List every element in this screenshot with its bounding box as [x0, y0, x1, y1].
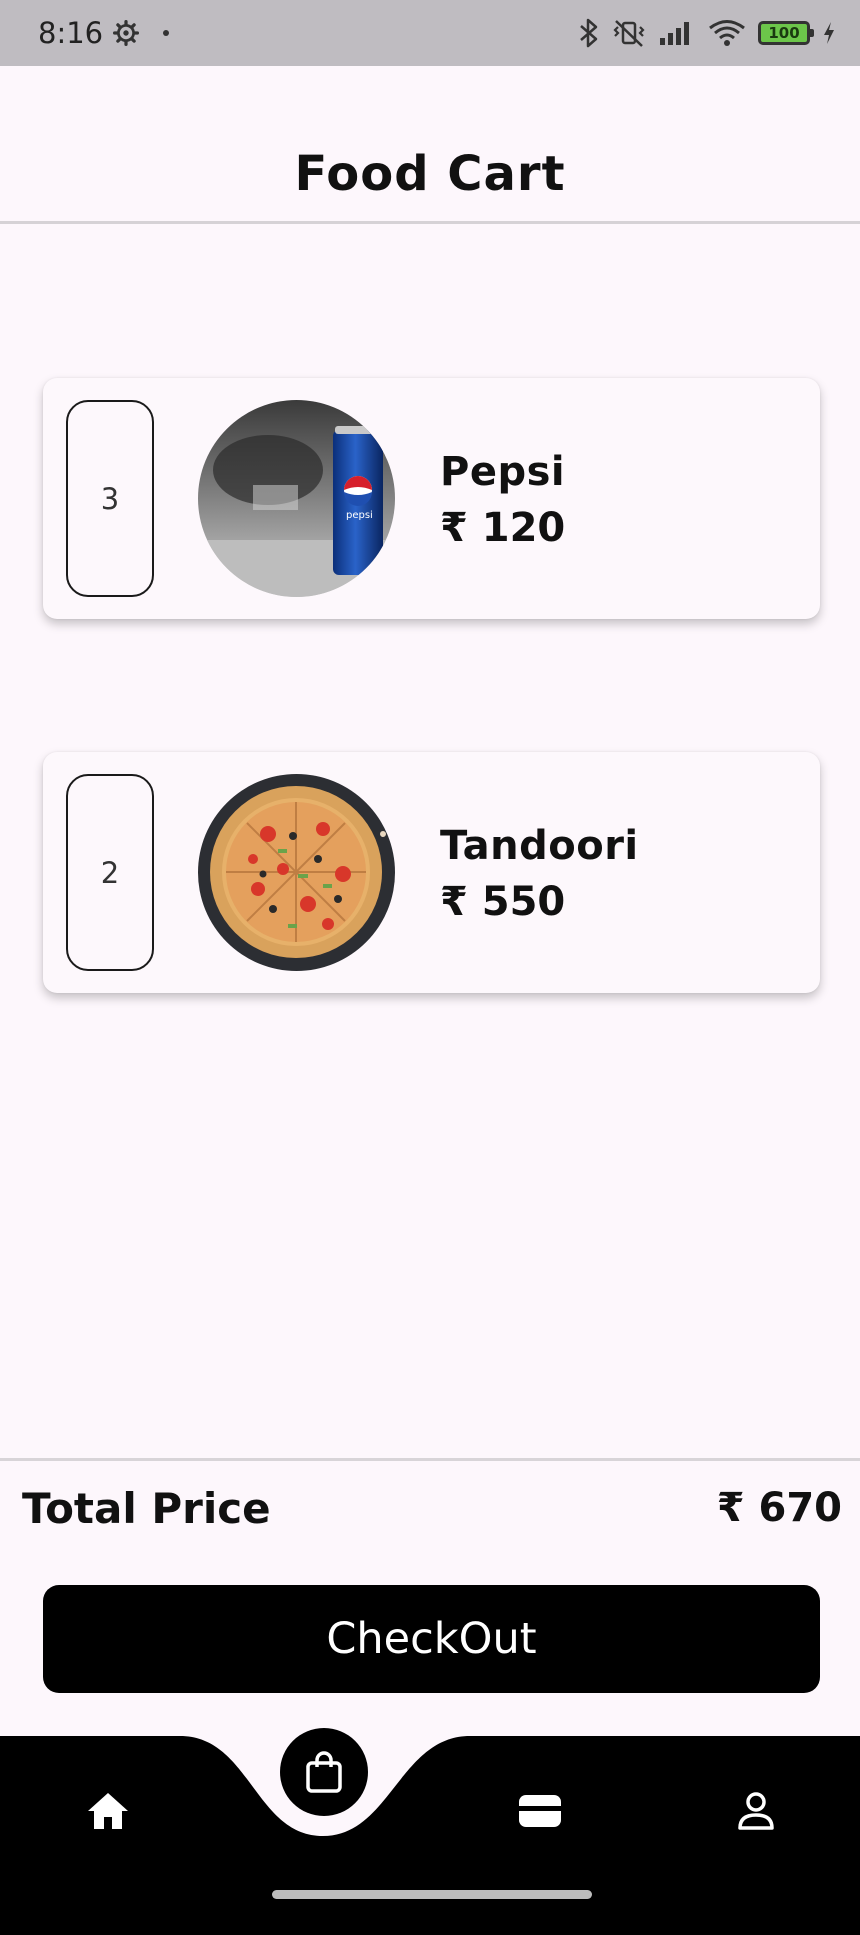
food-info: Tandoori ₹ 550	[440, 818, 639, 930]
home-icon	[88, 1793, 128, 1829]
total-row: Total Price ₹ 670	[22, 1475, 842, 1541]
status-time: 8:16	[38, 16, 104, 50]
wallet-icon	[519, 1795, 561, 1827]
pepsi-image: pepsi	[198, 400, 395, 597]
checkout-button[interactable]: CheckOut	[43, 1585, 820, 1693]
pizza-image	[198, 774, 395, 971]
nav-wallet[interactable]	[500, 1771, 580, 1851]
food-info: Pepsi ₹ 120	[440, 444, 565, 556]
status-bar: 8:16 100	[0, 0, 860, 66]
quantity-value: 2	[100, 855, 120, 890]
nav-profile[interactable]	[716, 1771, 796, 1851]
total-divider	[0, 1458, 860, 1461]
food-price: ₹ 120	[440, 505, 566, 551]
vibrate-off-icon	[613, 20, 645, 47]
status-left: 8:16	[38, 16, 170, 50]
total-label: Total Price	[22, 1483, 271, 1533]
svg-text:pepsi: pepsi	[346, 510, 373, 521]
cart-item-card[interactable]: 3 pepsi Pepsi ₹ 120	[43, 378, 820, 619]
wifi-icon	[709, 20, 745, 46]
quantity-box[interactable]: 2	[66, 774, 154, 971]
food-name: Pepsi	[440, 449, 566, 495]
quantity-box[interactable]: 3	[66, 400, 154, 597]
home-indicator[interactable]	[272, 1890, 592, 1899]
nav-home[interactable]	[68, 1771, 148, 1851]
status-right: 100	[578, 18, 836, 48]
charging-icon	[824, 22, 834, 44]
app-bar: Food Cart	[0, 126, 860, 224]
bottom-nav	[0, 1728, 860, 1935]
shopping-bag-icon	[306, 1751, 342, 1793]
cart-item-card[interactable]: 2 Tandoori ₹ 550	[43, 752, 820, 993]
page-title: Food Cart	[294, 145, 566, 202]
checkout-label: CheckOut	[326, 1614, 537, 1664]
food-price: ₹ 550	[440, 879, 566, 925]
notification-dot-icon	[163, 30, 170, 36]
signal-icon	[660, 22, 689, 45]
total-value: ₹ 670	[716, 1485, 842, 1531]
quantity-value: 3	[100, 481, 120, 516]
battery-level: 100	[768, 24, 800, 42]
nav-cart[interactable]	[280, 1728, 368, 1816]
food-name: Tandoori	[440, 823, 639, 869]
settings-gear-icon	[113, 20, 140, 46]
profile-icon	[738, 1792, 774, 1830]
bluetooth-icon	[580, 18, 598, 48]
battery-icon: 100	[758, 21, 814, 45]
